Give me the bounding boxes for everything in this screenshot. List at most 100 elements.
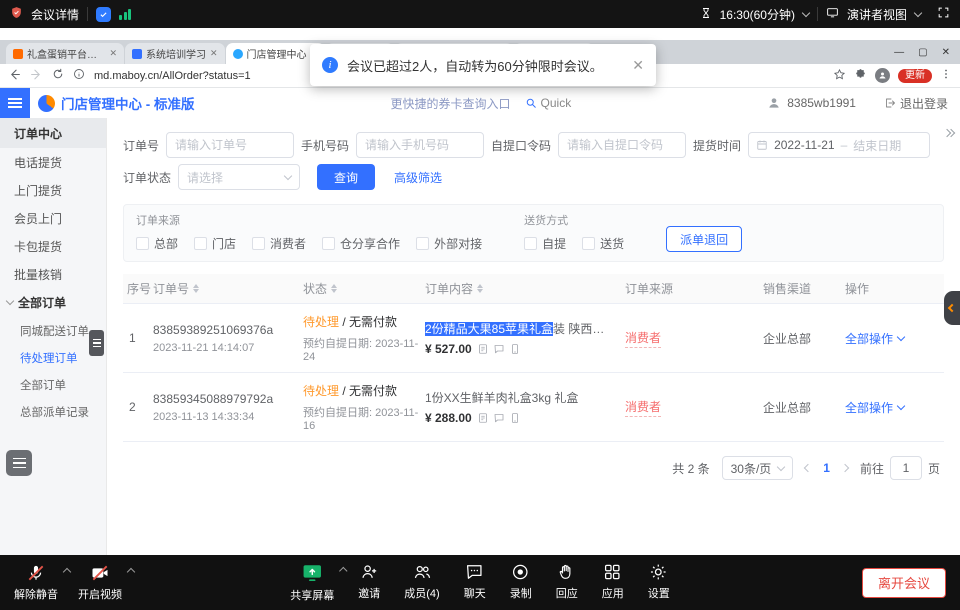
logout-button[interactable]: 退出登录 [884,95,948,112]
page-number[interactable]: 1 [823,461,830,475]
back-icon[interactable] [8,68,21,84]
network-signal-icon[interactable] [119,8,131,20]
order-status-select[interactable]: 请选择 [178,164,300,190]
pickup-code-input[interactable] [558,132,686,158]
date-start[interactable]: 2022-11-21 [774,138,835,152]
prev-page-icon[interactable] [804,464,812,472]
meeting-details-button[interactable]: 会议详情 [31,6,79,23]
site-info-icon[interactable] [73,68,85,83]
receipt-icon[interactable] [477,412,489,424]
fullscreen-icon[interactable] [937,6,950,22]
window-close-button[interactable]: ✕ [942,47,950,58]
chat-button[interactable]: 聊天 [464,562,486,603]
refresh-icon[interactable] [52,68,64,83]
chat-bubble-icon[interactable] [493,412,505,424]
browser-tab[interactable]: 礼盒蛋销平台管理中心 ✕ [6,43,124,64]
goto-page-input[interactable] [890,456,922,480]
browser-menu-dots-icon[interactable] [940,68,952,83]
apps-button[interactable]: 应用 [602,562,624,603]
sort-icon[interactable] [193,284,199,293]
window-minimize-button[interactable]: — [894,47,904,58]
next-page-icon[interactable] [841,464,849,472]
start-video-button[interactable]: 开启视频 [78,563,122,602]
checkbox-store[interactable]: 门店 [194,235,236,252]
order-no[interactable]: 83859345088979792a [153,392,303,406]
checkbox-external[interactable]: 外部对接 [416,235,482,252]
sidebar-collapse-handle[interactable] [89,330,104,356]
coupon-quick-entry-link[interactable]: 更快捷的券卡查询入口 [391,95,511,112]
sort-icon[interactable] [477,284,483,293]
search-button[interactable]: 查询 [317,164,375,190]
mic-options-icon[interactable] [63,568,71,576]
window-maximize-button[interactable]: ▢ [918,47,927,58]
invite-button[interactable]: 邀请 [358,562,380,603]
checkbox-icon [136,237,149,250]
unmute-button[interactable]: 解除静音 [14,563,58,602]
toast-close-icon[interactable]: ✕ [632,58,644,72]
dispatch-return-button[interactable]: 派单退回 [666,226,742,252]
sidebar-item-all-orders[interactable]: 全部订单 [0,371,106,398]
receipt-icon[interactable] [477,343,489,355]
col-status[interactable]: 状态 [303,280,425,297]
view-mode-button[interactable]: 演讲者视图 [847,6,907,23]
bookmark-star-icon[interactable] [833,68,846,84]
checkbox-self-pickup[interactable]: 自提 [524,235,566,252]
col-content[interactable]: 订单内容 [425,280,625,297]
forward-icon[interactable] [30,68,43,84]
sidebar-group-all-orders[interactable]: 全部订单 [0,288,106,317]
sidebar-item-hq-dispatch-records[interactable]: 总部派单记录 [0,398,106,425]
floating-list-button[interactable] [6,450,32,476]
quick-search[interactable]: Quick [525,96,572,110]
content-highlighted-text[interactable]: 2份精品大果85苹果礼盒 [425,322,553,336]
phone-icon[interactable] [509,343,521,355]
url-text[interactable]: md.maboy.cn/AllOrder?status=1 [94,70,251,82]
username[interactable]: 8385wb1991 [787,96,856,110]
phone-icon[interactable] [509,412,521,424]
pickup-date-range-picker[interactable]: 2022-11-21 – 结束日期 [748,132,930,158]
checkbox-warehouse-coop[interactable]: 仓分享合作 [322,235,400,252]
view-dropdown-icon[interactable] [914,8,922,16]
sort-icon[interactable] [331,284,337,293]
date-end-placeholder[interactable]: 结束日期 [853,137,901,154]
sidebar-item-door-pickup[interactable]: 上门提货 [0,176,106,204]
checkbox-consumer[interactable]: 消费者 [252,235,306,252]
leave-meeting-button[interactable]: 离开会议 [862,568,946,598]
browser-update-button[interactable]: 更新 [898,69,932,83]
all-actions-dropdown[interactable]: 全部操作 [845,399,944,416]
video-options-icon[interactable] [127,568,135,576]
col-order-no[interactable]: 订单号 [153,280,303,297]
chat-bubble-icon[interactable] [493,343,505,355]
meeting-timer[interactable]: 16:30(60分钟) [720,6,795,23]
tab-close-icon[interactable]: ✕ [210,49,218,58]
timer-dropdown-icon[interactable] [802,8,810,16]
share-screen-button[interactable]: 共享屏幕 [290,562,334,603]
checkbox-delivery[interactable]: 送货 [582,235,624,252]
tab-close-icon[interactable]: ✕ [109,49,117,58]
phone-input[interactable] [356,132,484,158]
reactions-button[interactable]: 回应 [556,562,578,603]
order-no[interactable]: 83859389251069376a [153,323,303,337]
sidebar-section-order-center[interactable]: 订单中心 [0,118,106,148]
sidebar-item-member-visit[interactable]: 会员上门 [0,204,106,232]
source-badge[interactable]: 消费者 [625,329,661,348]
browser-profile-avatar[interactable] [875,68,890,83]
order-no-input[interactable] [166,132,294,158]
secure-check-icon[interactable] [96,7,111,22]
all-actions-dropdown[interactable]: 全部操作 [845,330,944,347]
record-button[interactable]: 录制 [510,562,532,603]
sidebar-item-card-pickup[interactable]: 卡包提货 [0,232,106,260]
page-size-select[interactable]: 30条/页 [722,456,794,480]
checkbox-hq[interactable]: 总部 [136,235,178,252]
sidebar-item-phone-pickup[interactable]: 电话提货 [0,148,106,176]
right-panel-collapse-handle[interactable] [944,291,960,325]
source-badge[interactable]: 消费者 [625,398,661,417]
collapse-double-chevron-icon[interactable] [944,130,954,136]
extensions-puzzle-icon[interactable] [854,68,867,84]
browser-tab[interactable]: 系统培训学习 ✕ [125,43,225,64]
members-button[interactable]: 成员(4) [404,562,439,603]
settings-button[interactable]: 设置 [648,562,670,603]
share-options-icon[interactable] [339,567,347,575]
advanced-filter-link[interactable]: 高级筛选 [394,169,442,186]
hamburger-menu-icon[interactable] [0,88,30,118]
sidebar-item-batch-verify[interactable]: 批量核销 [0,260,106,288]
